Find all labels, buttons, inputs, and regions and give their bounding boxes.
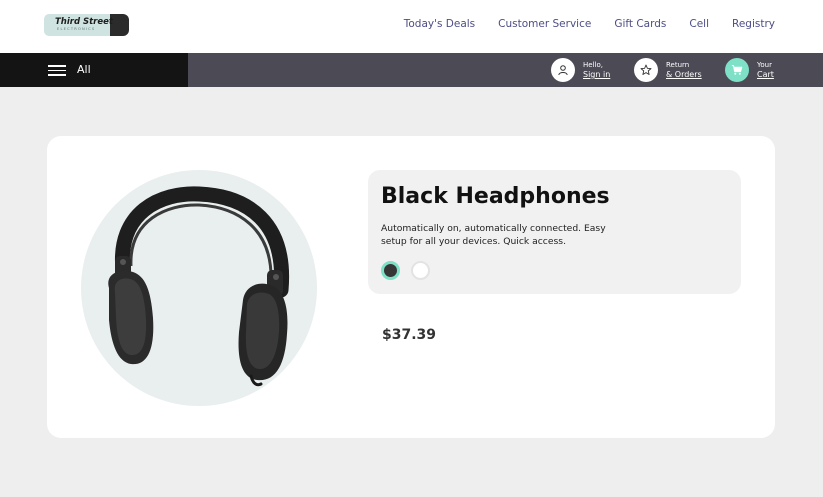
cart-button[interactable]: Your Cart	[725, 58, 785, 82]
cart-label-your: Your	[757, 61, 772, 69]
product-image	[81, 170, 317, 406]
brand-logo[interactable]: Third Street ELECTRONICS	[44, 14, 129, 36]
all-label: All	[77, 63, 91, 76]
product-description: Automatically on, automatically connecte…	[381, 223, 606, 247]
nav-link-todays-deals[interactable]: Today's Deals	[404, 18, 475, 30]
user-icon	[551, 58, 575, 82]
product-price: $37.39	[382, 327, 437, 343]
brand-name: Third Street	[55, 17, 113, 27]
brand-tagline: ELECTRONICS	[57, 27, 96, 31]
headphones-image	[108, 186, 290, 387]
account-greeting: Hello,	[583, 61, 603, 69]
orders-link[interactable]: & Orders	[666, 70, 702, 79]
returns-orders[interactable]: Return & Orders	[634, 58, 714, 82]
product-title: Black Headphones	[381, 184, 610, 209]
main-nav: Today's Deals Customer Service Gift Card…	[381, 18, 775, 30]
sign-in-link[interactable]: Sign in	[583, 70, 610, 79]
account-sign-in[interactable]: Hello, Sign in	[551, 58, 621, 82]
nav-link-customer-service[interactable]: Customer Service	[498, 18, 591, 30]
nav-link-registry[interactable]: Registry	[732, 18, 775, 30]
star-icon	[634, 58, 658, 82]
returns-label: Return	[666, 61, 690, 69]
hamburger-menu-icon	[48, 65, 66, 76]
all-categories-button[interactable]: All	[0, 53, 188, 87]
cart-link[interactable]: Cart	[757, 70, 774, 79]
color-swatch-white[interactable]	[411, 261, 430, 280]
top-header: Third Street ELECTRONICS Today's Deals C…	[0, 0, 823, 53]
cart-icon	[725, 58, 749, 82]
color-swatch-black[interactable]	[381, 261, 400, 280]
sub-nav-bar: All Hello, Sign in Return & Orders Your …	[0, 53, 823, 87]
product-info-panel: Black Headphones Automatically on, autom…	[368, 170, 741, 294]
nav-link-cell[interactable]: Cell	[689, 18, 709, 30]
product-card: Black Headphones Automatically on, autom…	[47, 136, 775, 438]
nav-link-gift-cards[interactable]: Gift Cards	[614, 18, 666, 30]
